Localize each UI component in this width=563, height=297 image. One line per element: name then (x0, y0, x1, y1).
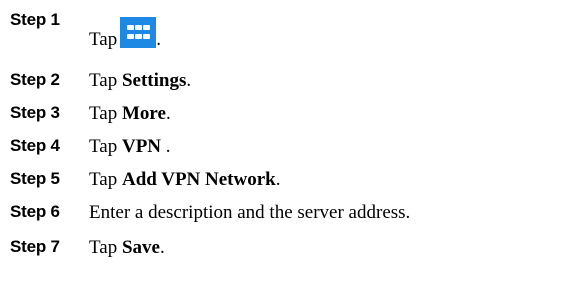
step-ui-term: VPN (121, 136, 162, 157)
step-prefix: Tap (89, 70, 122, 91)
step-6: Step 6 Enter a description and the serve… (10, 202, 550, 234)
step-label: Step 3 (10, 103, 60, 122)
step-2: Step 2 Tap Settings. (10, 70, 550, 102)
step-label: Step 1 (10, 10, 60, 29)
step-1: Step 1 Tap . (10, 10, 550, 50)
step-ui-term: Settings (121, 70, 187, 91)
step-prefix: Tap (89, 103, 122, 124)
step-prefix: Enter a description and the server addre… (89, 202, 411, 223)
step-label: Step 4 (10, 136, 60, 155)
step-prefix: Tap (89, 136, 122, 157)
step-instruction: Enter a description and the server addre… (89, 202, 410, 224)
step-ui-term: Save (121, 237, 160, 258)
step-suffix: . (159, 237, 165, 258)
step-instruction: Tap VPN . (89, 136, 171, 158)
step-suffix: . (161, 136, 171, 157)
step-label: Step 6 (10, 202, 60, 221)
apps-grid-icon (120, 17, 157, 48)
step-instruction: Tap Add VPN Network. (89, 169, 280, 191)
step-4: Step 4 Tap VPN . (10, 136, 550, 168)
step-suffix: . (275, 169, 281, 190)
step-label: Step 7 (10, 237, 60, 256)
step-label: Step 5 (10, 169, 60, 188)
step-instruction: Tap More. (89, 103, 171, 125)
step-3: Step 3 Tap More. (10, 103, 550, 135)
step-suffix: . (156, 29, 161, 50)
step-prefix: Tap (89, 29, 118, 50)
step-instruction: Tap . (89, 17, 161, 51)
step-instruction: Tap Settings. (89, 70, 191, 92)
step-label: Step 2 (10, 70, 60, 89)
step-instruction: Tap Save. (89, 237, 165, 259)
step-7: Step 7 Tap Save. (10, 237, 550, 267)
step-5: Step 5 Tap Add VPN Network. (10, 169, 550, 201)
step-suffix: . (165, 103, 171, 124)
step-ui-term: Add VPN Network (121, 169, 276, 190)
step-prefix: Tap (89, 237, 122, 258)
step-ui-term: More (121, 103, 166, 124)
step-suffix: . (186, 70, 192, 91)
step-prefix: Tap (89, 169, 122, 190)
